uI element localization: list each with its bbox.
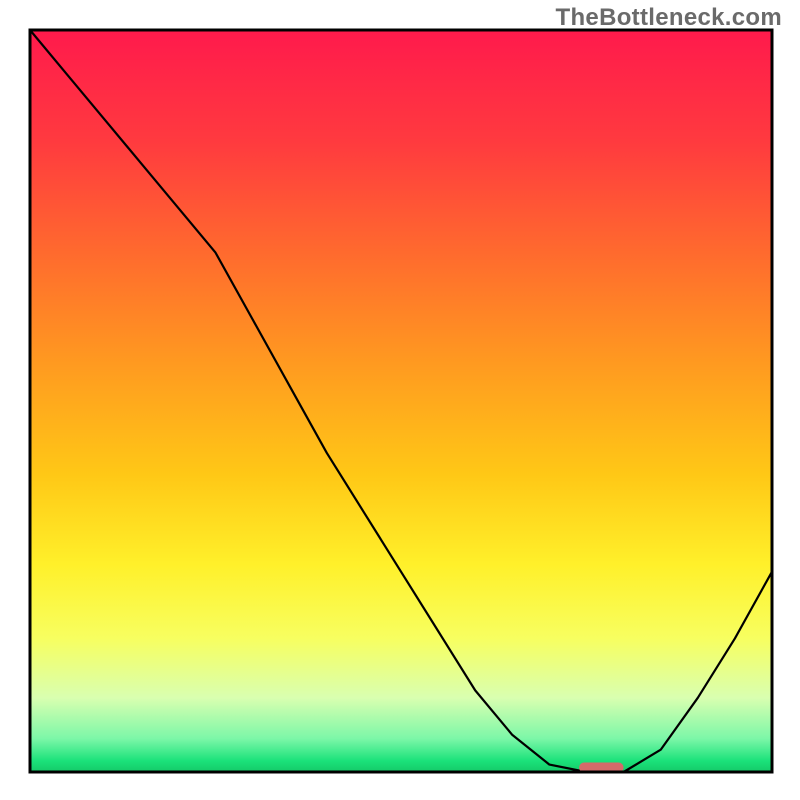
plot-background	[30, 30, 772, 772]
watermark-text: TheBottleneck.com	[556, 4, 782, 32]
bottleneck-chart	[0, 0, 800, 800]
chart-root: TheBottleneck.com	[0, 0, 800, 800]
